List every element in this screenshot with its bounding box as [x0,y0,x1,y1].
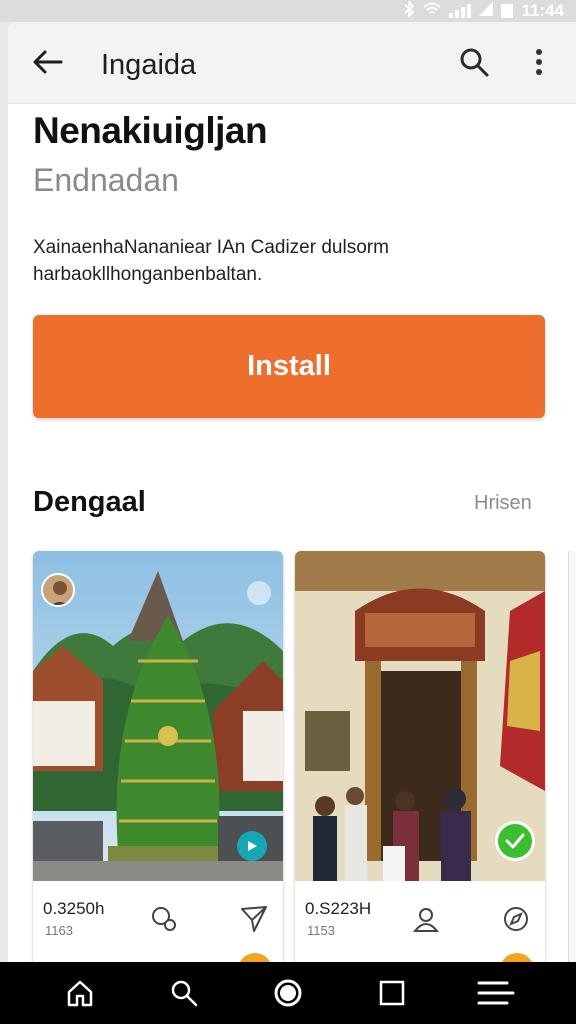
compass-button[interactable] [500,903,532,935]
photo-card-peek[interactable] [568,551,576,962]
card-value: 0.3250h [43,899,105,918]
card-value: 0.S223H [305,899,372,918]
app-subtitle: Endnadan [33,162,179,198]
wifi-icon [423,1,442,21]
app-description: XainaenhaNananiear IAn Cadizer dulsorm h… [33,237,389,285]
reactions-icon [152,907,176,931]
nav-menu[interactable] [476,973,516,1013]
more-options-button[interactable] [524,44,554,80]
more-vertical-icon [536,49,542,75]
app-page: Ingaida Nenakiuigljan Endnadan Xainaenha… [8,22,576,962]
user-add-button[interactable] [410,903,442,935]
user-add-icon [412,908,440,932]
square-icon [379,980,405,1006]
reactions-button[interactable] [148,903,180,935]
battery-icon [501,4,514,18]
compass-icon [504,907,528,931]
section-title: Dengaal [33,486,146,518]
nav-home[interactable] [60,973,100,1013]
menu-icon [477,981,515,1005]
signal-icon [449,4,472,18]
play-icon[interactable] [237,831,267,861]
status-badge [238,953,272,962]
section-see-all-link[interactable]: Hrisen [474,492,532,515]
photo-card[interactable]: 0.3250h 1163 [33,551,283,962]
card-count: 1163 [45,923,73,938]
card-count: 1153 [307,923,335,938]
search-icon [171,980,198,1007]
screen: 11:44 Ingaida Nenakiuigljan Endnadan Xai… [0,0,576,1024]
arrow-left-icon [33,50,63,74]
search-button[interactable] [456,44,492,80]
photo-card[interactable]: 0.S223H 1153 [295,551,545,962]
verified-check-icon [495,821,535,861]
back-button[interactable] [30,44,66,80]
nav-circle[interactable] [268,973,308,1013]
status-time: 11:44 [521,1,564,20]
status-bar: 11:44 [0,0,576,22]
install-button[interactable]: Install [33,315,545,418]
bluetooth-icon [403,0,415,22]
signal-icon-2 [479,1,494,21]
toolbar: Ingaida [8,22,576,104]
search-icon [460,48,489,77]
send-icon [241,906,267,932]
bookmark-icon[interactable] [247,581,271,605]
send-button[interactable] [238,903,270,935]
nav-square[interactable] [372,973,412,1013]
home-icon [67,980,93,1007]
toolbar-title: Ingaida [101,49,197,81]
circle-icon [274,979,302,1007]
avatar[interactable] [41,573,75,607]
app-name: Nenakiuigljan [33,110,268,151]
nav-search[interactable] [164,973,204,1013]
bottom-navigation [0,962,576,1024]
status-badge [500,953,534,962]
